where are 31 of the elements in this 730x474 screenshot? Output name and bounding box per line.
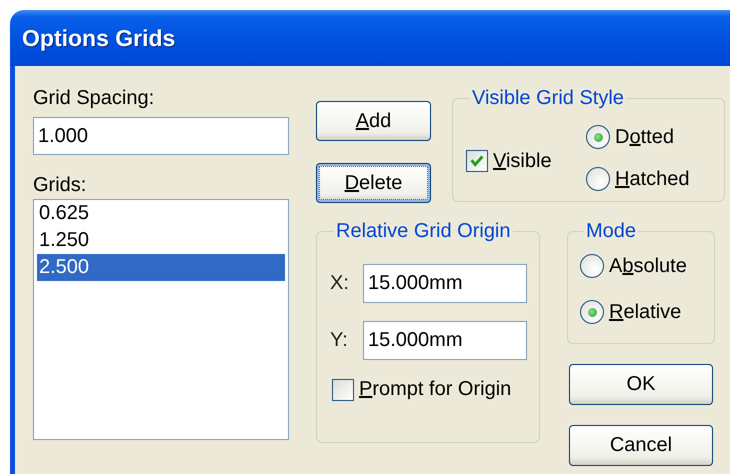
group-title: Relative Grid Origin bbox=[335, 219, 512, 243]
radio-label[interactable]: Hatched bbox=[615, 168, 690, 190]
push-button[interactable]: Add bbox=[316, 101, 431, 141]
radio-button[interactable] bbox=[580, 254, 604, 278]
radio-button[interactable] bbox=[586, 167, 610, 191]
input-field[interactable]: 1.000 bbox=[33, 117, 289, 155]
window-title: Options Grids bbox=[22, 24, 176, 52]
focused-button[interactable]: Delete bbox=[316, 163, 431, 203]
push-button[interactable]: Cancel bbox=[569, 425, 713, 466]
list-item[interactable]: 0.625 bbox=[37, 200, 285, 227]
field-label: Y: bbox=[330, 329, 349, 352]
list-item[interactable]: 1.250 bbox=[37, 227, 285, 254]
group-title: Mode bbox=[585, 219, 638, 243]
checkbox-label[interactable]: Visible bbox=[493, 150, 552, 172]
field-label: Grid Spacing: bbox=[33, 86, 156, 110]
checkbox-label[interactable]: Prompt for Origin bbox=[359, 378, 512, 401]
input-field[interactable]: 15.000mm bbox=[363, 264, 527, 303]
group-title: Visible Grid Style bbox=[471, 86, 625, 110]
radio-label[interactable]: Absolute bbox=[609, 254, 687, 278]
list-label: Grids: bbox=[33, 173, 88, 197]
radio-button[interactable] bbox=[586, 125, 610, 149]
grid-list[interactable]: 0.625 1.250 2.500 bbox=[33, 199, 289, 440]
list-item[interactable]: 2.500 bbox=[37, 254, 285, 281]
push-button[interactable]: OK bbox=[569, 364, 713, 405]
radio-label[interactable]: Relative bbox=[609, 300, 682, 324]
radio-button[interactable] bbox=[580, 300, 604, 324]
checkbox[interactable] bbox=[466, 150, 488, 172]
field-label: X: bbox=[330, 272, 350, 295]
input-field[interactable]: 15.000mm bbox=[363, 321, 527, 360]
radio-label[interactable]: Dotted bbox=[615, 126, 674, 148]
checkbox[interactable] bbox=[332, 378, 354, 400]
